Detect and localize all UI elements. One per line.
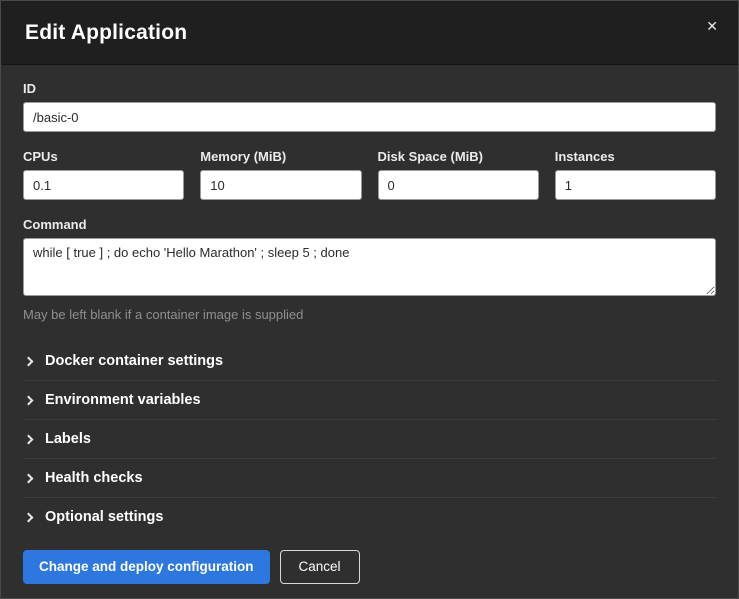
disk-field-group: Disk Space (MiB): [378, 149, 539, 200]
memory-field-group: Memory (MiB): [200, 149, 361, 200]
section-label: Environment variables: [45, 392, 201, 408]
chevron-right-icon: [24, 356, 34, 366]
section-label: Optional settings: [45, 509, 163, 525]
instances-label: Instances: [555, 149, 716, 164]
section-health-checks[interactable]: Health checks: [23, 458, 716, 497]
memory-input[interactable]: [200, 170, 361, 200]
resources-row: CPUs Memory (MiB) Disk Space (MiB) Insta…: [23, 149, 716, 200]
memory-label: Memory (MiB): [200, 149, 361, 164]
change-and-deploy-button[interactable]: Change and deploy configuration: [23, 550, 270, 584]
section-label: Docker container settings: [45, 353, 223, 369]
id-field-group: ID: [23, 81, 716, 132]
disk-input[interactable]: [378, 170, 539, 200]
section-docker-container-settings[interactable]: Docker container settings: [23, 342, 716, 380]
chevron-right-icon: [24, 473, 34, 483]
command-textarea[interactable]: while [ true ] ; do echo 'Hello Marathon…: [23, 238, 716, 296]
modal-body: ID CPUs Memory (MiB) Disk Space (MiB) In…: [1, 65, 738, 536]
chevron-right-icon: [24, 434, 34, 444]
chevron-right-icon: [24, 512, 34, 522]
section-label: Health checks: [45, 470, 143, 486]
command-help-text: May be left blank if a container image i…: [23, 307, 716, 322]
cpus-field-group: CPUs: [23, 149, 184, 200]
section-environment-variables[interactable]: Environment variables: [23, 380, 716, 419]
cancel-button[interactable]: Cancel: [280, 550, 360, 584]
cpus-input[interactable]: [23, 170, 184, 200]
section-labels[interactable]: Labels: [23, 419, 716, 458]
command-field-group: Command while [ true ] ; do echo 'Hello …: [23, 217, 716, 322]
chevron-right-icon: [24, 395, 34, 405]
instances-field-group: Instances: [555, 149, 716, 200]
instances-input[interactable]: [555, 170, 716, 200]
disk-label: Disk Space (MiB): [378, 149, 539, 164]
collapsible-sections: Docker container settings Environment va…: [23, 342, 716, 536]
id-label: ID: [23, 81, 716, 96]
cpus-label: CPUs: [23, 149, 184, 164]
close-icon[interactable]: ✕: [702, 15, 722, 37]
edit-application-modal: Edit Application ✕ ID CPUs Memory (MiB) …: [0, 0, 739, 599]
section-optional-settings[interactable]: Optional settings: [23, 497, 716, 536]
section-label: Labels: [45, 431, 91, 447]
modal-header: Edit Application ✕: [1, 1, 738, 65]
command-label: Command: [23, 217, 716, 232]
id-input[interactable]: [23, 102, 716, 132]
modal-title: Edit Application: [25, 21, 187, 45]
modal-footer: Change and deploy configuration Cancel: [1, 536, 738, 599]
